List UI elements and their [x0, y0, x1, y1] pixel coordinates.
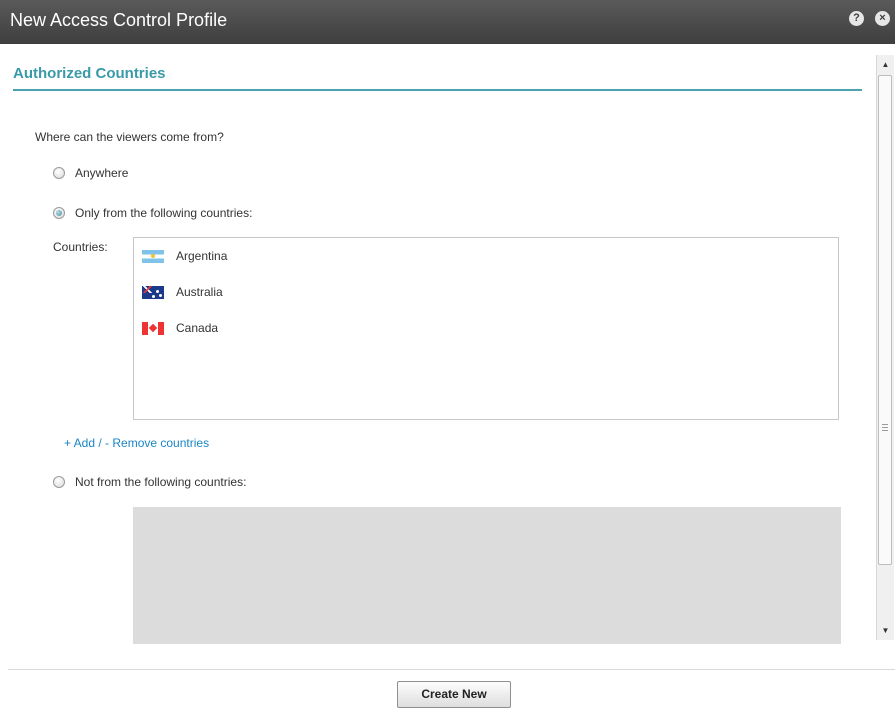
help-icon[interactable]: ?: [849, 11, 864, 26]
country-item-argentina[interactable]: Argentina: [142, 249, 227, 263]
country-name: Argentina: [176, 249, 228, 263]
country-list[interactable]: Argentina Australia Canada: [133, 237, 839, 420]
countries-label: Countries:: [53, 240, 108, 254]
excluded-country-list-disabled: [133, 507, 841, 644]
window-titlebar: New Access Control Profile ? ×: [0, 0, 895, 44]
vertical-scrollbar[interactable]: ▲ ▼: [876, 55, 894, 640]
flag-canada-icon: [142, 321, 164, 335]
flag-australia-icon: [142, 285, 164, 299]
option-not-from[interactable]: Not from the following countries:: [53, 474, 246, 490]
only-from-label[interactable]: Only from the following countries:: [75, 206, 252, 220]
section-divider: [13, 89, 862, 91]
country-name: Canada: [176, 321, 219, 335]
country-item-australia[interactable]: Australia: [142, 285, 223, 299]
add-remove-countries-link[interactable]: + Add / - Remove countries: [64, 436, 209, 450]
dialog-content: Authorized Countries Where can the viewe…: [0, 44, 875, 652]
option-only-from[interactable]: Only from the following countries:: [53, 205, 252, 221]
not-from-label[interactable]: Not from the following countries:: [75, 475, 246, 489]
create-new-button[interactable]: Create New: [397, 681, 511, 708]
country-name: Australia: [176, 285, 223, 299]
anywhere-radio[interactable]: [53, 167, 65, 179]
section-title: Authorized Countries: [13, 65, 166, 82]
flag-argentina-icon: [142, 249, 164, 263]
anywhere-label[interactable]: Anywhere: [75, 166, 128, 180]
window-title: New Access Control Profile: [10, 10, 228, 30]
option-anywhere[interactable]: Anywhere: [53, 165, 128, 181]
footer-divider: [8, 669, 895, 670]
not-from-radio[interactable]: [53, 476, 65, 488]
scrollbar-thumb[interactable]: [878, 75, 892, 565]
scroll-down-icon[interactable]: ▼: [879, 624, 892, 637]
scrollbar-grip-icon: [882, 424, 888, 433]
country-item-canada[interactable]: Canada: [142, 321, 218, 335]
scroll-up-icon[interactable]: ▲: [879, 58, 892, 71]
close-icon[interactable]: ×: [875, 11, 890, 26]
viewer-origin-question: Where can the viewers come from?: [35, 130, 224, 144]
only-from-radio[interactable]: [53, 207, 65, 219]
